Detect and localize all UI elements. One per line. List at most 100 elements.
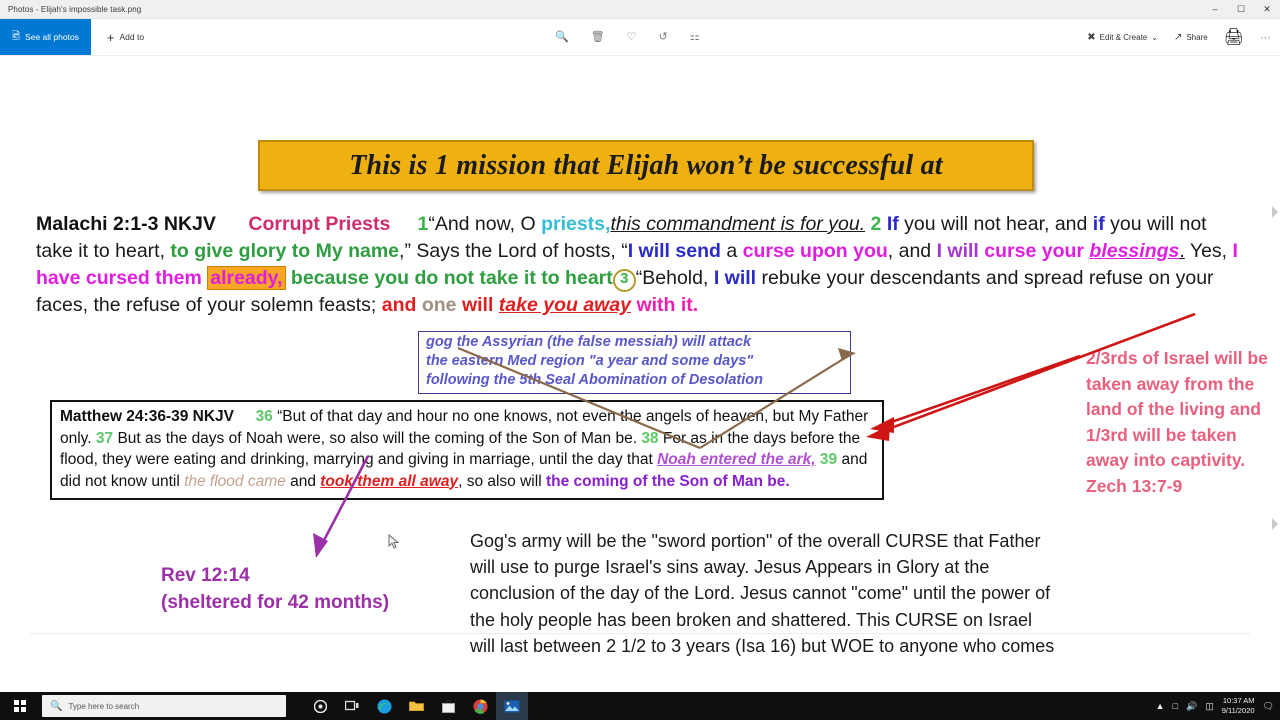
- print-icon[interactable]: 🖨: [1224, 27, 1244, 47]
- task-view-icon[interactable]: [336, 692, 368, 720]
- red-arrow-short: [870, 354, 1081, 433]
- malachi-text-5: a: [720, 240, 743, 262]
- cortana-icon[interactable]: [304, 692, 336, 720]
- verse-num-36: 36: [255, 408, 273, 425]
- edge-marks: [1272, 206, 1278, 530]
- zoom-icon[interactable]: 🔍: [555, 31, 569, 43]
- search-icon: 🔍: [50, 700, 63, 712]
- edge-icon[interactable]: [368, 692, 400, 720]
- because-phrase: because you do not take it to heart: [285, 267, 613, 289]
- add-to-label: Add to: [119, 32, 145, 42]
- search-placeholder: Type here to search: [68, 701, 140, 711]
- more-button[interactable]: ⋯: [1260, 31, 1272, 44]
- zechariah-note-text: 2/3rds of Israel will be taken away from…: [1086, 348, 1268, 470]
- network-icon[interactable]: □: [1173, 701, 1178, 711]
- gog-army-paragraph: Gog's army will be the "sword portion" o…: [470, 531, 1055, 656]
- battery-icon[interactable]: ◫: [1205, 701, 1214, 712]
- volume-icon[interactable]: 🔊: [1186, 701, 1197, 712]
- if-word-2: if: [1092, 213, 1105, 235]
- title-bar: Photos - Elijah's impossible task.png – …: [0, 0, 1280, 19]
- taskbar-search-box[interactable]: 🔍 Type here to search: [42, 695, 286, 717]
- share-label: Share: [1186, 32, 1208, 42]
- flood-came-phrase: the flood came: [184, 472, 286, 490]
- photos-app-window: Photos - Elijah's impossible task.png – …: [0, 0, 1280, 720]
- i-will-word-2: I will: [713, 267, 757, 289]
- take-you-away-phrase: take you away: [498, 294, 632, 316]
- gog-box-line-1: gog the Assyrian (the false messiah) wil…: [426, 334, 752, 350]
- malachi-text-2: you will not hear, and: [898, 213, 1093, 235]
- windows-taskbar: 🔍 Type here to search ▲ □ 🔊 ◫ 10:37 AM 9…: [0, 692, 1280, 720]
- rotate-icon[interactable]: ↺: [659, 31, 668, 43]
- close-button[interactable]: ✕: [1254, 0, 1280, 18]
- curse-upon-you-phrase: curse upon you: [742, 240, 888, 262]
- matthew-heading: Matthew 24:36-39 NKJV: [60, 408, 235, 425]
- taskbar-system-tray: ▲ □ 🔊 ◫ 10:37 AM 9/11/2020 🗨: [1156, 696, 1274, 716]
- taskbar-pinned-icons: [304, 692, 528, 720]
- gog-box-line-2: the eastern Med region "a year and some …: [426, 353, 754, 369]
- verse-num-3: 3: [612, 269, 636, 292]
- one-word: one: [421, 294, 457, 316]
- minimize-button[interactable]: –: [1202, 0, 1228, 18]
- taskbar-date: 9/11/2020: [1221, 706, 1255, 715]
- photos-app-icon[interactable]: [496, 692, 528, 720]
- see-all-photos-button[interactable]: 🖻 See all photos: [0, 19, 91, 55]
- chrome-icon[interactable]: [464, 692, 496, 720]
- verse-num-1: 1: [417, 213, 429, 235]
- add-to-button[interactable]: + Add to: [97, 31, 154, 44]
- matthew-text-2: But as the days of Noah were, so also wi…: [113, 429, 642, 447]
- gog-assyrian-box: gog the Assyrian (the false messiah) wil…: [418, 331, 851, 394]
- share-button[interactable]: ↗ Share: [1174, 32, 1208, 43]
- image-canvas: This is 1 mission that Elijah won’t be s…: [0, 56, 1280, 656]
- photos-icon: 🖻: [12, 30, 21, 42]
- and-word: and: [381, 294, 422, 316]
- delete-icon[interactable]: 🗑: [591, 31, 605, 43]
- matthew-passage-box: Matthew 24:36-39 NKJV 36 “But of that da…: [50, 400, 884, 500]
- i-will-send-phrase: I will send: [627, 240, 721, 262]
- see-all-photos-label: See all photos: [25, 32, 79, 42]
- file-explorer-icon[interactable]: [400, 692, 432, 720]
- malachi-text-6: , and: [887, 240, 937, 262]
- commandment-phrase: this commandment is for you.: [610, 213, 866, 235]
- windows-start-icon[interactable]: [0, 692, 40, 720]
- zechariah-note: 2/3rds of Israel will be taken away from…: [1086, 346, 1271, 499]
- right-tools: ✖ Edit & Create ⌄ ↗ Share 🖨 ⋯: [1087, 19, 1272, 55]
- photos-toolbar: 🖻 See all photos + Add to 🔍 🗑 ♡ ↺ ⚏ ✖ Ed…: [0, 19, 1280, 56]
- son-of-man-phrase: the coming of the Son of Man be.: [545, 472, 790, 490]
- window-title: Photos - Elijah's impossible task.png: [8, 4, 142, 14]
- notifications-icon[interactable]: 🗨: [1263, 701, 1274, 712]
- favorite-heart-icon[interactable]: ♡: [627, 31, 637, 43]
- malachi-passage: Malachi 2:1-3 NKJV Corrupt Priests 1“And…: [36, 211, 1248, 319]
- verse-num-39: 39: [819, 451, 838, 468]
- took-them-away-phrase: took them all away: [320, 472, 459, 490]
- yes-word: Yes,: [1184, 240, 1233, 262]
- malachi-text-1: “And now, O: [428, 213, 542, 235]
- already-highlight: already,: [207, 266, 286, 290]
- verse-num-2: 2: [870, 213, 882, 235]
- priests-word: priests,: [541, 213, 611, 235]
- center-tools: 🔍 🗑 ♡ ↺ ⚏: [555, 19, 700, 55]
- edit-and-create-button[interactable]: ✖ Edit & Create ⌄: [1087, 32, 1158, 43]
- maximize-button[interactable]: ☐: [1228, 0, 1254, 18]
- corrupt-priests-label: Corrupt Priests: [248, 213, 391, 235]
- revelation-note: Rev 12:14 (sheltered for 42 months): [161, 562, 389, 616]
- matthew-text-6: , so also will: [458, 472, 546, 490]
- mouse-cursor: [388, 534, 400, 549]
- crop-icon[interactable]: ⚏: [690, 31, 700, 43]
- revelation-detail: (sheltered for 42 months): [161, 592, 390, 613]
- glory-phrase: to give glory to My name: [170, 240, 400, 262]
- window-controls: – ☐ ✕: [1202, 0, 1280, 18]
- zechariah-reference: Zech 13:7-9: [1086, 475, 1183, 496]
- matthew-text-5: and: [285, 472, 321, 490]
- store-icon[interactable]: [432, 692, 464, 720]
- chevron-up-icon[interactable]: ▲: [1156, 701, 1165, 711]
- blessings-word: blessings: [1089, 240, 1180, 262]
- malachi-heading: Malachi 2:1-3 NKJV: [36, 213, 216, 235]
- taskbar-clock[interactable]: 10:37 AM 9/11/2020: [1222, 696, 1255, 716]
- gog-box-line-3: following the 5th Seal Abomination of De…: [426, 372, 763, 388]
- with-it-phrase: with it.: [636, 294, 699, 316]
- curse-your-phrase: curse your: [984, 240, 1090, 262]
- malachi-text-4: ,” Says the Lord of hosts, “: [399, 240, 628, 262]
- title-banner: This is 1 mission that Elijah won’t be s…: [258, 140, 1034, 191]
- verse-num-38: 38: [641, 429, 659, 447]
- noah-ark-phrase: Noah entered the ark,: [657, 451, 816, 468]
